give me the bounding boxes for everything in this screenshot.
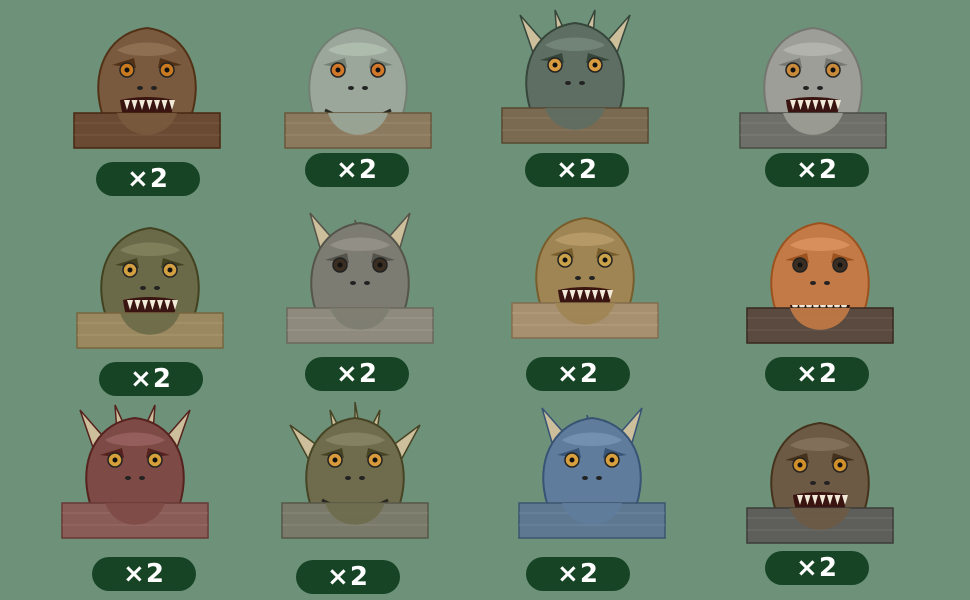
turtle-crown-icon: [284, 26, 432, 149]
horned-dino-red-crown-icon: [501, 9, 649, 144]
trex-gray-crown-icon: [739, 26, 887, 149]
trex-tan-crown-icon: [511, 216, 659, 339]
quantity-badge: ×2: [765, 551, 869, 585]
quantity-badge: ×2: [305, 357, 409, 391]
quantity-badge: ×2: [765, 357, 869, 391]
quantity-badge: ×2: [525, 153, 629, 187]
quantity-badge: ×2: [526, 557, 630, 591]
raptor-brown-crown-icon: [746, 421, 894, 544]
triceratops-gray-crown-icon: [286, 212, 434, 344]
trex-green-crown-icon: [76, 226, 224, 349]
quantity-badge: ×2: [99, 362, 203, 396]
quantity-badge: ×2: [765, 153, 869, 187]
horned-dino-green-crown-icon: [281, 401, 429, 539]
quantity-badge: ×2: [96, 162, 200, 196]
quantity-badge: ×2: [526, 357, 630, 391]
trex-orange-crown-icon: [746, 221, 894, 344]
dragon-red-crown-icon: [61, 404, 209, 539]
quantity-badge: ×2: [92, 557, 196, 591]
crown-item: [280, 400, 430, 585]
triceratops-blue-crown-icon: [518, 407, 666, 539]
trex-brown-crown-icon: [73, 26, 221, 149]
quantity-badge: ×2: [296, 560, 400, 594]
quantity-badge: ×2: [305, 153, 409, 187]
